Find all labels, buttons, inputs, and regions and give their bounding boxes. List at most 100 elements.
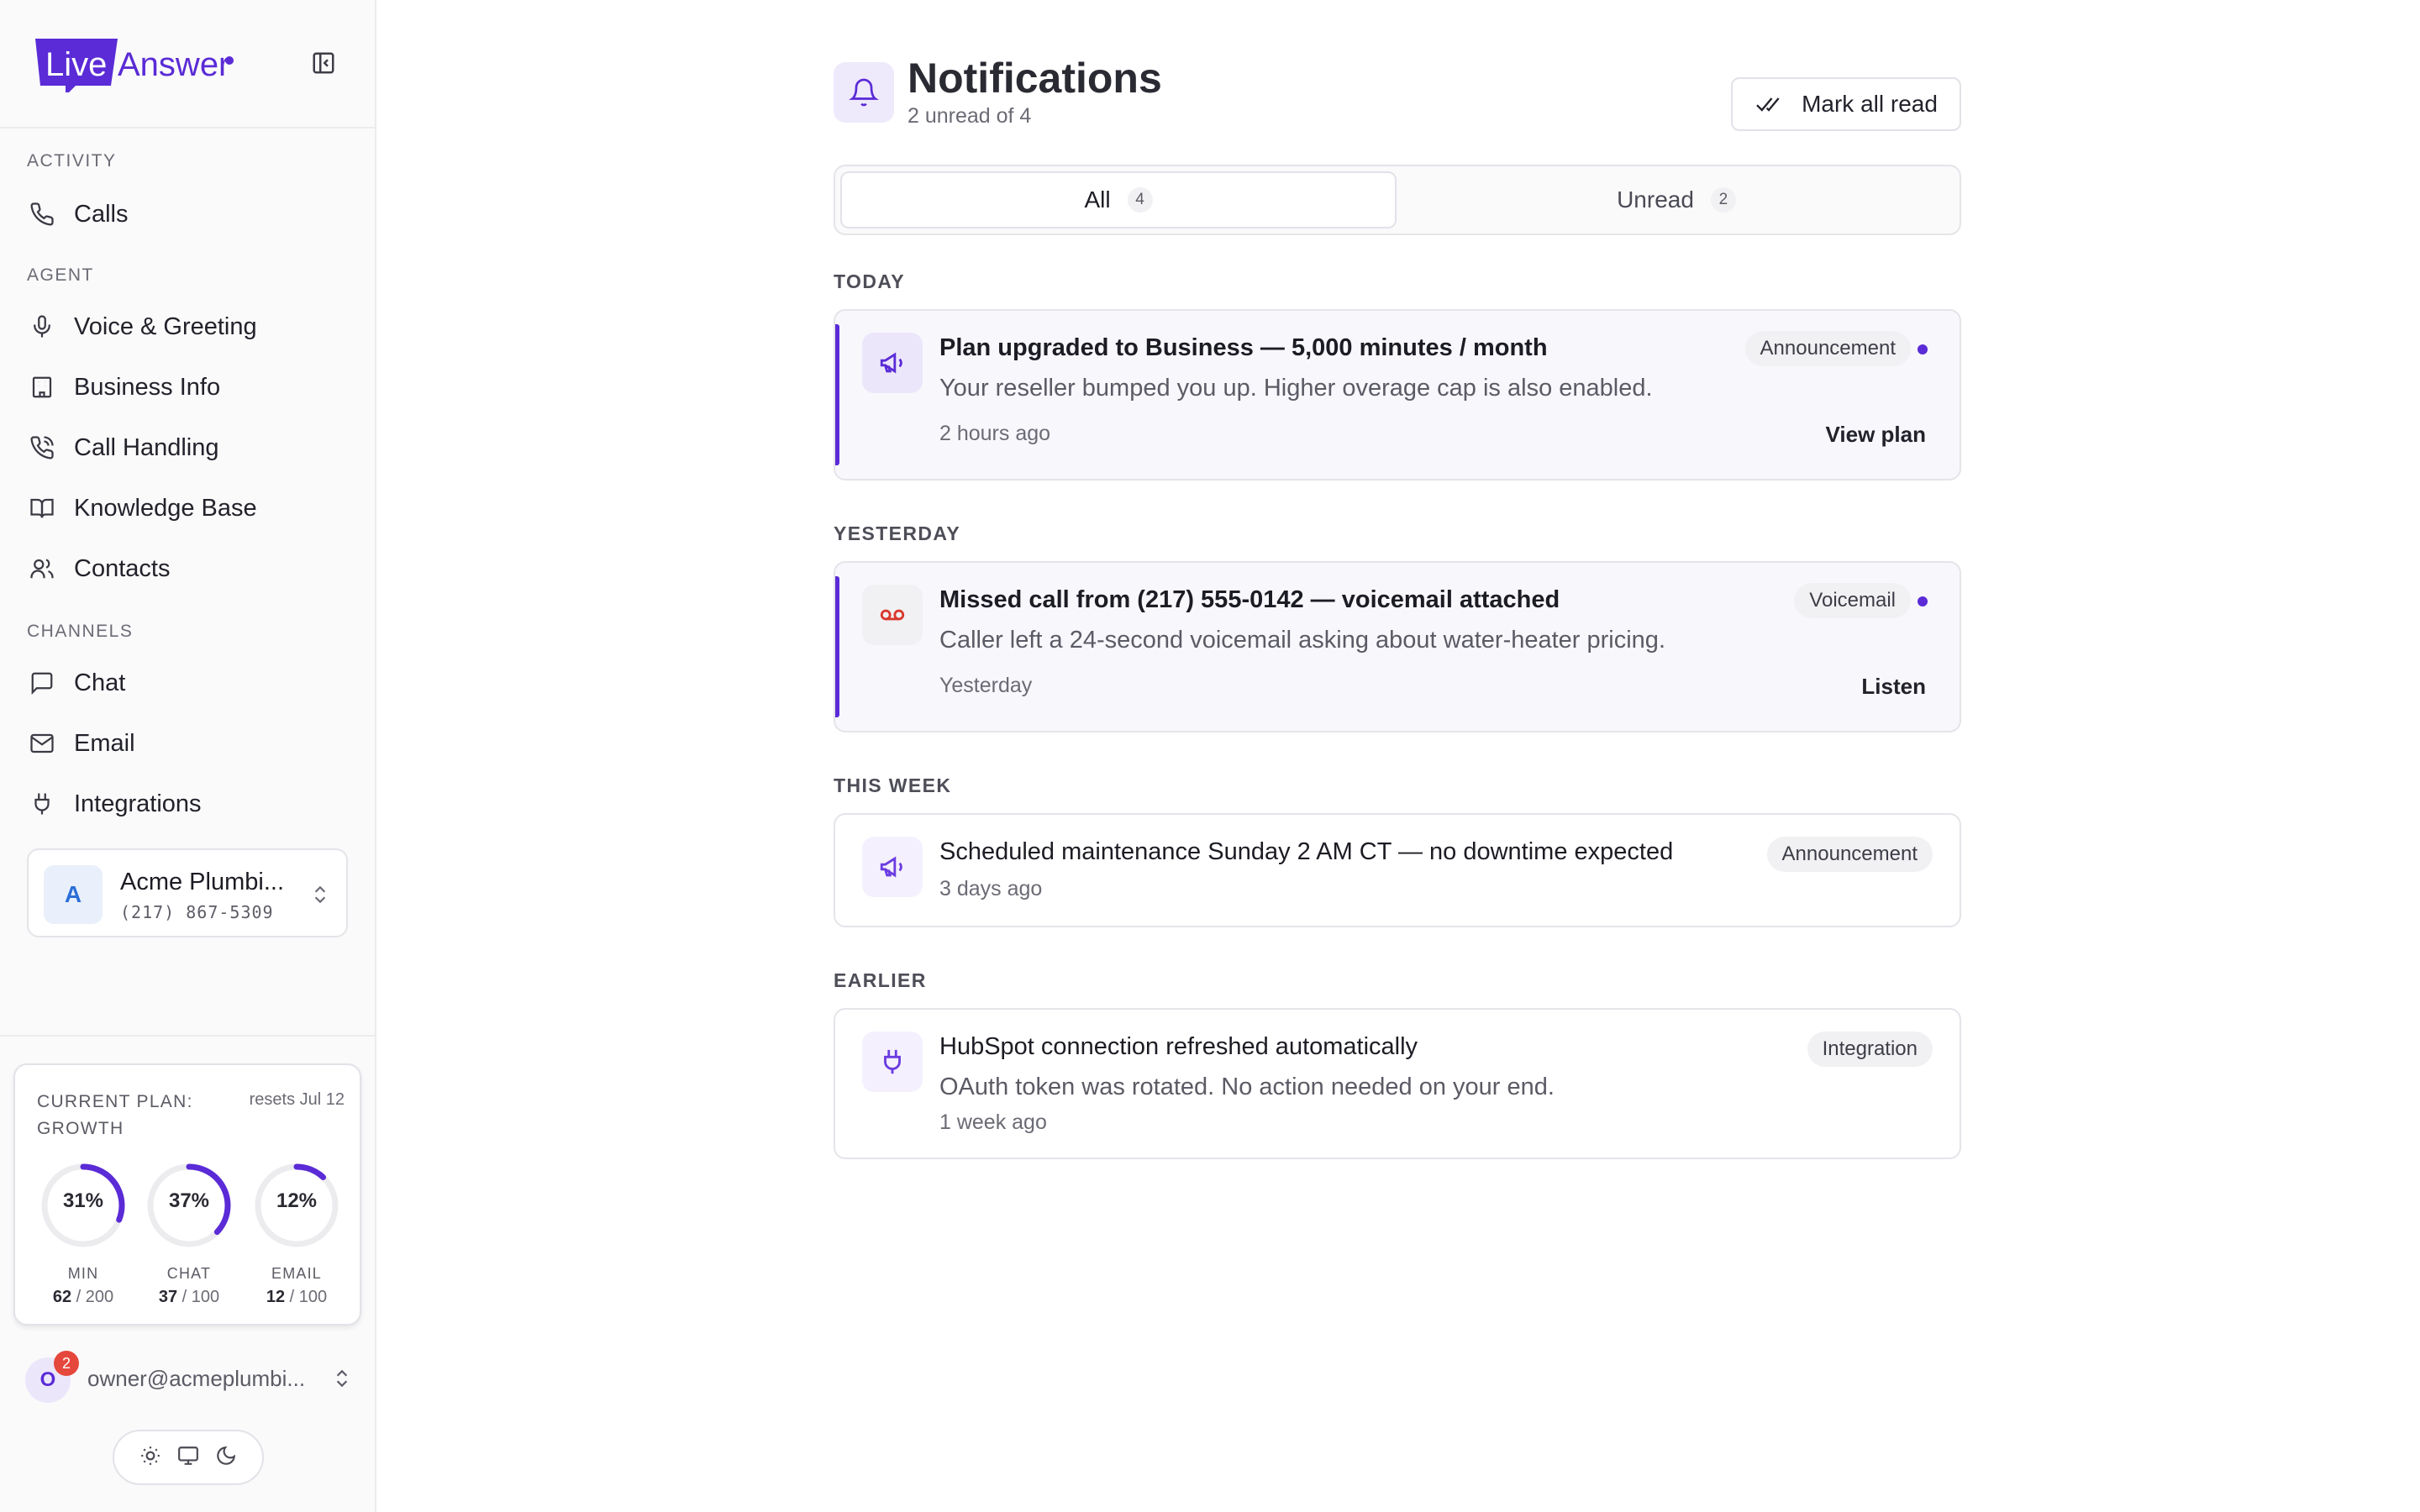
- plan-usage-card: CURRENT PLAN: GROWTH resets Jul 12 31% M…: [13, 1063, 361, 1326]
- gauge-chat: 37% CHAT 37 / 100: [143, 1159, 235, 1307]
- sidebar-item-label: Voice & Greeting: [74, 312, 257, 340]
- book-icon: [25, 491, 59, 525]
- plan-resets: resets Jul 12: [249, 1090, 345, 1109]
- notification-count-badge: 2: [54, 1351, 79, 1376]
- tab-all[interactable]: All 4: [840, 171, 1397, 228]
- sidebar-divider: [0, 1035, 375, 1037]
- notification-title: Missed call from (217) 555-0142 — voicem…: [939, 586, 1560, 613]
- group-label-earlier: EARLIER: [834, 969, 927, 991]
- unread-dot: [1918, 344, 1928, 354]
- gauge-name: EMAIL: [271, 1265, 323, 1282]
- unread-dot: [1918, 596, 1928, 606]
- sidebar-item-label: Knowledge Base: [74, 494, 257, 522]
- account-avatar: A: [44, 865, 103, 924]
- listen-button[interactable]: Listen: [1861, 674, 1926, 700]
- unread-indicator-bar: [835, 324, 839, 465]
- building-icon: [25, 370, 59, 404]
- notification-time: 3 days ago: [939, 877, 1043, 900]
- sidebar-item-knowledge-base[interactable]: Knowledge Base: [24, 482, 351, 534]
- sidebar-item-calls[interactable]: Calls: [24, 188, 351, 240]
- notification-time: 1 week ago: [939, 1110, 1047, 1134]
- sidebar-item-label: Contacts: [74, 554, 171, 582]
- notification-card[interactable]: Scheduled maintenance Sunday 2 AM CT — n…: [834, 813, 1961, 927]
- account-phone: (217) 867-5309: [120, 902, 274, 922]
- tab-unread[interactable]: Unread 2: [1398, 171, 1954, 228]
- tab-label: All: [1084, 186, 1111, 213]
- message-icon: [25, 666, 59, 700]
- tab-count: 2: [1710, 187, 1736, 213]
- notification-body: OAuth token was rotated. No action neede…: [939, 1074, 1555, 1100]
- page-title: Notifications: [908, 55, 1162, 102]
- gauge-count: 62 / 200: [52, 1288, 114, 1306]
- notification-tag: Announcement: [1766, 837, 1933, 872]
- sun-icon[interactable]: [139, 1445, 161, 1471]
- moon-icon[interactable]: [215, 1445, 237, 1471]
- panel-left-icon: [313, 52, 334, 74]
- user-menu[interactable]: O 2 owner@acmeplumbi...: [25, 1351, 353, 1403]
- user-email: owner@acmeplumbi...: [87, 1366, 306, 1391]
- mark-all-read-label: Mark all read: [1802, 91, 1938, 117]
- sidebar-item-email[interactable]: Email: [24, 717, 351, 769]
- group-label-yesterday: YESTERDAY: [834, 522, 961, 544]
- section-label-agent: AGENT: [27, 265, 94, 285]
- gauge-minutes: 31% MIN 62 / 200: [37, 1159, 129, 1307]
- sidebar-item-chat[interactable]: Chat: [24, 657, 351, 709]
- sidebar: Live Answer ACTIVITY Calls AGENT Voice &…: [0, 0, 376, 1512]
- page-subtitle: 2 unread of 4: [908, 104, 1032, 128]
- account-switcher[interactable]: A Acme Plumbi... (217) 867-5309: [27, 848, 348, 937]
- plug-icon: [25, 787, 59, 821]
- check-check-icon: [1754, 92, 1783, 116]
- unread-indicator-bar: [835, 576, 839, 717]
- notification-time: Yesterday: [939, 674, 1033, 697]
- sidebar-item-business-info[interactable]: Business Info: [24, 361, 351, 413]
- group-label-today: TODAY: [834, 270, 905, 292]
- monitor-icon[interactable]: [176, 1445, 200, 1471]
- brand-logo[interactable]: Live Answer: [34, 35, 239, 92]
- sidebar-item-integrations[interactable]: Integrations: [24, 778, 351, 830]
- notification-tag: Voicemail: [1794, 583, 1911, 618]
- microphone-icon: [25, 310, 59, 344]
- sidebar-item-label: Integrations: [74, 790, 202, 817]
- chevron-up-down-icon: [309, 882, 331, 911]
- notification-card[interactable]: Missed call from (217) 555-0142 — voicem…: [834, 561, 1961, 732]
- gauge-count: 12 / 100: [266, 1288, 328, 1306]
- sidebar-item-voice-greeting[interactable]: Voice & Greeting: [24, 301, 351, 353]
- sidebar-item-call-handling[interactable]: Call Handling: [24, 422, 351, 474]
- notification-body: Caller left a 24-second voicemail asking…: [939, 627, 1665, 654]
- gauge-count: 37 / 100: [158, 1288, 220, 1306]
- gauge-percent: 12%: [276, 1189, 318, 1212]
- sidebar-item-label: Business Info: [74, 373, 221, 401]
- sidebar-item-label: Calls: [74, 200, 129, 228]
- group-label-this-week: THIS WEEK: [834, 774, 952, 796]
- section-label-channels: CHANNELS: [27, 622, 134, 641]
- mail-icon: [25, 727, 59, 760]
- megaphone-icon: [862, 333, 923, 393]
- chevron-up-down-icon: [331, 1366, 353, 1395]
- mark-all-read-button[interactable]: Mark all read: [1731, 77, 1961, 131]
- notification-title: Plan upgraded to Business — 5,000 minute…: [939, 334, 1548, 361]
- notification-tag: Integration: [1807, 1032, 1933, 1067]
- theme-toggle: [113, 1430, 264, 1485]
- users-icon: [25, 552, 59, 585]
- phone-forward-icon: [25, 431, 59, 465]
- sidebar-header: Live Answer: [0, 0, 375, 129]
- notification-card[interactable]: Plan upgraded to Business — 5,000 minute…: [834, 309, 1961, 480]
- view-plan-button[interactable]: View plan: [1826, 422, 1926, 448]
- notification-card[interactable]: HubSpot connection refreshed automatical…: [834, 1008, 1961, 1159]
- plug-icon: [862, 1032, 923, 1092]
- brand-name-part2: Answer: [118, 46, 229, 83]
- account-name: Acme Plumbi...: [120, 869, 284, 895]
- notification-body: Your reseller bumped you up. Higher over…: [939, 375, 1653, 402]
- gauge-percent: 37%: [168, 1189, 210, 1212]
- brand-name-part1: Live: [45, 46, 107, 83]
- gauge-email: 12% EMAIL 12 / 100: [250, 1159, 343, 1307]
- section-label-activity: ACTIVITY: [27, 151, 117, 171]
- bell-icon: [834, 62, 894, 123]
- sidebar-item-label: Email: [74, 729, 135, 757]
- gauge-name: MIN: [67, 1265, 99, 1282]
- phone-icon: [25, 197, 59, 231]
- filter-tabs: All 4 Unread 2: [834, 165, 1961, 235]
- sidebar-item-label: Call Handling: [74, 433, 219, 461]
- sidebar-item-contacts[interactable]: Contacts: [24, 543, 351, 595]
- sidebar-collapse-button[interactable]: [309, 49, 338, 77]
